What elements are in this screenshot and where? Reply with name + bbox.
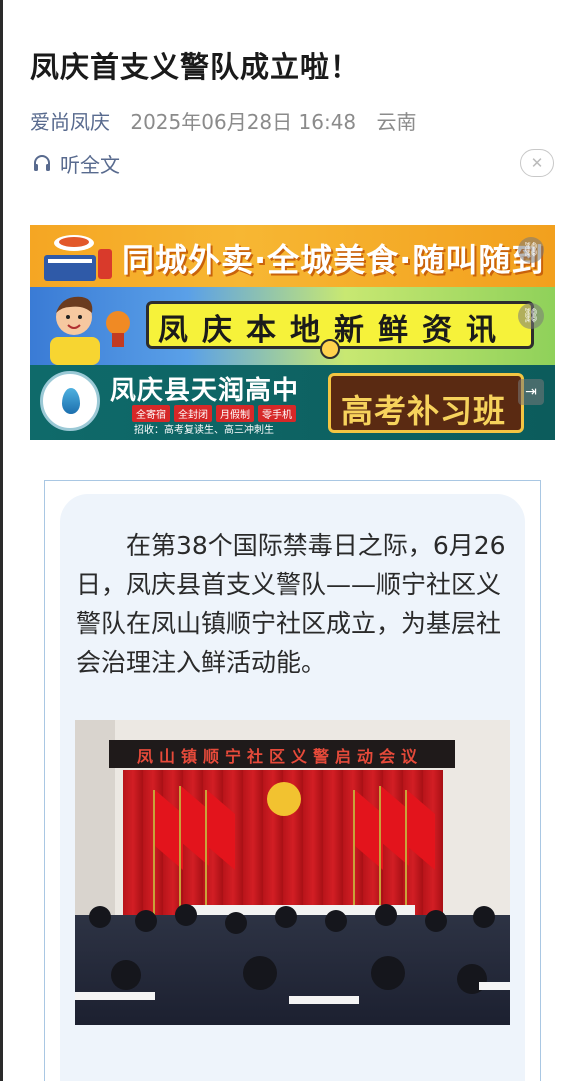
flag-pole bbox=[405, 790, 407, 920]
flag-pole bbox=[153, 790, 155, 920]
link-icon[interactable]: ⛓ bbox=[518, 303, 544, 329]
close-icon: ✕ bbox=[530, 154, 544, 172]
audience-head bbox=[111, 960, 141, 990]
food-illustration bbox=[44, 235, 112, 281]
audience-desk bbox=[75, 992, 155, 1000]
local-news-banner[interactable]: 凤庆本地新鲜资讯 ⛓ bbox=[30, 287, 555, 365]
article-title: 凤庆首支义警队成立啦！ bbox=[30, 50, 361, 84]
audience-desk bbox=[479, 982, 510, 990]
exam-class-badge: 高考补习班 bbox=[328, 373, 524, 433]
flag-pole bbox=[205, 790, 207, 920]
audience-head bbox=[243, 956, 277, 990]
photo-banner-text: 凤山镇顺宁社区义警启动会议 bbox=[137, 747, 424, 766]
school-tag: 全寄宿 bbox=[132, 405, 170, 422]
link-icon[interactable]: ⛓ bbox=[518, 237, 544, 263]
listen-label: 听全文 bbox=[60, 152, 120, 177]
headphones-icon bbox=[34, 155, 50, 171]
photo-stage-banner: 凤山镇顺宁社区义警启动会议 bbox=[109, 740, 455, 768]
account-name-link[interactable]: 爱尚凤庆 bbox=[30, 110, 110, 134]
audience-head bbox=[375, 904, 397, 926]
audience-head bbox=[89, 906, 111, 928]
article-meta: 爱尚凤庆 2025年06月28日 16:48 云南 bbox=[30, 106, 417, 135]
meeting-photo[interactable]: 凤山镇顺宁社区义警启动会议 bbox=[75, 720, 510, 1025]
cartoon-person-illustration bbox=[50, 296, 130, 365]
close-audio-button[interactable]: ✕ bbox=[520, 149, 554, 177]
school-tag: 零手机 bbox=[258, 405, 296, 422]
audience-head bbox=[175, 904, 197, 926]
listen-full-text-button[interactable]: 听全文 bbox=[32, 148, 120, 178]
audience-head bbox=[135, 910, 157, 932]
audience-desk bbox=[289, 996, 359, 1004]
school-recruit-text: 招收：高考复读生、高三冲刺生 bbox=[134, 425, 274, 436]
exit-icon[interactable]: ⇥ bbox=[518, 379, 544, 405]
publish-time: 2025年06月28日 16:48 bbox=[130, 110, 357, 134]
school-tag: 月假制 bbox=[216, 405, 254, 422]
article-paragraph: 在第38个国际禁毒日之际，6月26日，凤庆县首支义警队——顺宁社区义警队在凤山镇… bbox=[76, 531, 506, 677]
school-tag: 全封闭 bbox=[174, 405, 212, 422]
school-name: 凤庆县天润高中 bbox=[110, 376, 300, 406]
delivery-ad-banner[interactable]: 同城外卖·全城美食·随叫随到 ⛓ bbox=[30, 225, 555, 287]
party-emblem-icon bbox=[267, 782, 301, 816]
audience-head bbox=[425, 910, 447, 932]
flag-pole bbox=[179, 786, 181, 916]
audience-head bbox=[225, 912, 247, 934]
school-tags: 全寄宿 全封闭 月假制 零手机 bbox=[132, 405, 296, 422]
exam-class-text: 高考补习班 bbox=[341, 392, 507, 430]
smile-face-icon bbox=[320, 339, 340, 359]
school-logo-icon bbox=[40, 371, 100, 431]
flag-pole bbox=[379, 786, 381, 916]
publish-location: 云南 bbox=[376, 110, 417, 134]
audience-head bbox=[275, 906, 297, 928]
audience-head bbox=[371, 956, 405, 990]
audience-head bbox=[473, 906, 495, 928]
school-ad-banner[interactable]: 凤庆县天润高中 全寄宿 全封闭 月假制 零手机 招收：高考复读生、高三冲刺生 高… bbox=[30, 365, 555, 440]
delivery-ad-text: 同城外卖·全城美食·随叫随到 bbox=[122, 241, 545, 279]
screen-edge bbox=[0, 0, 3, 1081]
audience-head bbox=[325, 910, 347, 932]
flag-pole bbox=[353, 790, 355, 920]
